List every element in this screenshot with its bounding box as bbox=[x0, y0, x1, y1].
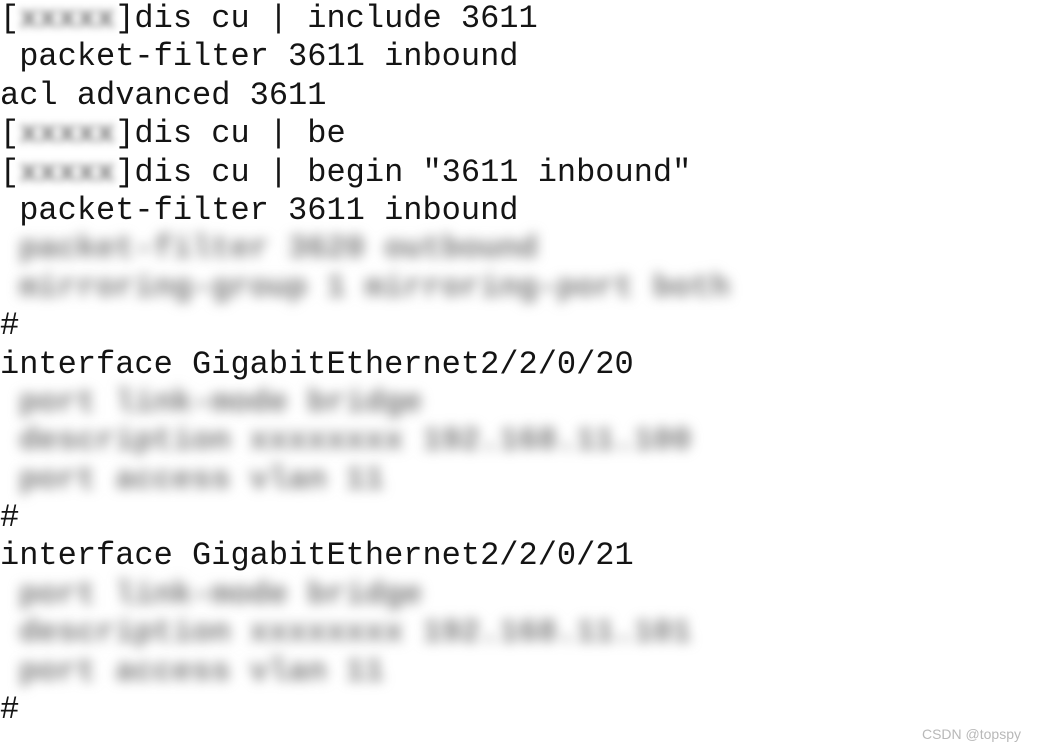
cli-line-redacted: port access vlan 11 bbox=[0, 653, 1039, 691]
cli-line: interface GigabitEthernet2/2/0/21 bbox=[0, 537, 1039, 575]
cli-line: [xxxxx]dis cu | be bbox=[0, 115, 1039, 153]
cli-line: # bbox=[0, 307, 1039, 345]
cli-line: packet-filter 3611 inbound bbox=[0, 192, 1039, 230]
cli-line: [xxxxx]dis cu | include 3611 bbox=[0, 0, 1039, 38]
cli-line-redacted: port link-mode bridge bbox=[0, 576, 1039, 614]
cli-text: dis cu | be bbox=[134, 115, 345, 152]
terminal-output: [xxxxx]dis cu | include 3611 packet-filt… bbox=[0, 0, 1039, 729]
cli-text: dis cu | begin "3611 inbound" bbox=[134, 154, 691, 191]
hostname-mask: xxxxx bbox=[19, 115, 115, 153]
hostname-mask: xxxxx bbox=[19, 154, 115, 192]
cli-line-redacted: port link-mode bridge bbox=[0, 384, 1039, 422]
cli-line-redacted: mirroring-group 1 mirroring-port both bbox=[0, 269, 1039, 307]
cli-line: acl advanced 3611 bbox=[0, 77, 1039, 115]
cli-line: # bbox=[0, 499, 1039, 537]
cli-line-redacted: description xxxxxxxx 192.168.11.101 bbox=[0, 614, 1039, 652]
hostname-mask: xxxxx bbox=[19, 0, 115, 38]
cli-line-redacted: packet-filter 3620 outbound bbox=[0, 230, 1039, 268]
cli-line-redacted: port access vlan 11 bbox=[0, 461, 1039, 499]
cli-line-redacted: description xxxxxxxx 192.168.11.100 bbox=[0, 422, 1039, 460]
watermark: CSDN @topspy bbox=[922, 726, 1021, 743]
cli-text: dis cu | include 3611 bbox=[134, 0, 537, 37]
cli-line: packet-filter 3611 inbound bbox=[0, 38, 1039, 76]
cli-line: [xxxxx]dis cu | begin "3611 inbound" bbox=[0, 154, 1039, 192]
cli-line: # bbox=[0, 691, 1039, 729]
cli-line: interface GigabitEthernet2/2/0/20 bbox=[0, 346, 1039, 384]
